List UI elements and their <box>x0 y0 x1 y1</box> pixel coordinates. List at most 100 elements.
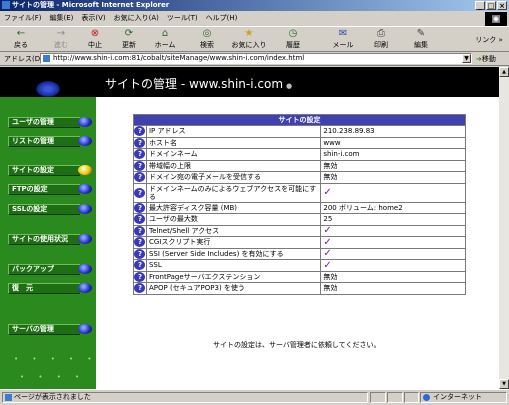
forward-button[interactable]: → 進む <box>44 29 78 50</box>
menu-file[interactable]: ファイル(F) <box>4 13 42 23</box>
table-row: ? APOP (セキュアPOP3) を使う 無効 <box>133 282 466 295</box>
help-icon[interactable]: ? <box>134 271 146 282</box>
close-button[interactable]: × <box>497 1 507 10</box>
status-panel <box>404 392 419 403</box>
mail-icon: ✉ <box>338 28 348 39</box>
sidebar-item-restore[interactable]: 復 元 <box>8 283 92 294</box>
address-input[interactable]: http://www.shin-i.com:81/cobalt/siteMana… <box>40 53 472 64</box>
minimize-button[interactable]: _ <box>475 1 485 10</box>
table-row: ? IP アドレス 210.238.89.83 <box>133 125 466 138</box>
sidebar-item-site-settings[interactable]: サイトの設定 <box>8 165 92 176</box>
back-arrow-icon: ← <box>16 28 26 39</box>
nav-ball-icon <box>78 234 92 244</box>
nav-ball-active-icon <box>78 165 92 175</box>
help-icon[interactable]: ? <box>134 237 146 248</box>
table-row: ? ドメインネームのみによるウェブアクセスを可能にする ✓ <box>133 182 466 203</box>
nav-ball-icon <box>78 324 92 334</box>
check-icon: ✓ <box>323 259 332 271</box>
table-row: ? 帯域幅の上限 無効 <box>133 159 466 172</box>
sidebar-item-ftp[interactable]: FTPの設定 <box>8 184 92 195</box>
decorative-dots: • • • • <box>20 373 86 381</box>
nav-ball-icon <box>78 264 92 274</box>
nav-ball-icon <box>78 204 92 214</box>
print-button[interactable]: ⎙ 印刷 <box>364 29 398 50</box>
sidebar-item-users[interactable]: ユーザの管理 <box>8 117 92 128</box>
nav-ball-icon <box>78 117 92 127</box>
help-icon[interactable]: ? <box>134 172 146 183</box>
print-icon: ⎙ <box>377 28 385 39</box>
sidebar-item-backup[interactable]: バックアップ <box>8 264 92 275</box>
help-icon[interactable]: ? <box>134 160 146 171</box>
mail-button[interactable]: ✉ メール <box>326 29 360 50</box>
sidebar: ユーザの管理 リストの管理 サイトの設定 FTPの設定 SSLの設定 サイトの使… <box>0 97 96 389</box>
help-icon[interactable]: ? <box>134 248 146 259</box>
zone-text: インターネット <box>433 393 482 401</box>
table-row: ? ドメイン宛の電子メールを受信する 無効 <box>133 171 466 184</box>
status-panel <box>370 392 386 403</box>
scroll-down-button[interactable]: ▼ <box>499 379 509 389</box>
search-icon: ◎ <box>202 28 212 39</box>
globe-icon <box>423 394 430 401</box>
table-row: ? SSI (Server Side Includes) を有効にする ✓ <box>133 247 466 260</box>
vertical-scrollbar[interactable]: ▲ ▼ <box>499 67 509 389</box>
scroll-up-button[interactable]: ▲ <box>499 67 509 77</box>
ie-icon <box>2 1 10 9</box>
sidebar-item-lists[interactable]: リストの管理 <box>8 136 92 147</box>
help-icon[interactable]: ? <box>134 225 146 236</box>
help-icon[interactable]: ? <box>134 149 146 160</box>
menu-help[interactable]: ヘルプ(H) <box>206 13 238 23</box>
window-title: サイトの管理 - Microsoft Internet Explorer <box>12 1 170 9</box>
nav-ball-icon <box>78 283 92 293</box>
help-icon[interactable]: ? <box>134 126 146 137</box>
page-icon <box>43 55 50 62</box>
stop-icon: ⊗ <box>90 28 100 39</box>
help-icon[interactable]: ? <box>134 202 146 213</box>
sidebar-item-usage[interactable]: サイトの使用状況 <box>8 234 92 245</box>
sidebar-item-server[interactable]: サーバの管理 <box>8 324 92 335</box>
nav-ball-icon <box>78 184 92 194</box>
table-row: ? 最大許容ディスク容量 (MB) 200 ボリューム: home2 <box>133 201 466 214</box>
table-row: ? CGIスクリプト実行 ✓ <box>133 236 466 249</box>
back-button[interactable]: ← 戻る <box>4 29 38 50</box>
edit-button[interactable]: ✎ 編集 <box>404 29 438 50</box>
site-settings-table: サイトの設定 ? IP アドレス 210.238.89.83 ? ホスト名 www ? ド… <box>133 114 466 295</box>
stop-button[interactable]: ⊗ 中止 <box>78 29 112 50</box>
security-zone: インターネット <box>420 392 507 403</box>
table-header: サイトの設定 <box>133 114 466 126</box>
menu-bar: ファイル(F) 編集(E) 表示(V) お気に入り(A) ツール(T) ヘルプ(… <box>0 11 509 25</box>
address-dropdown-button[interactable]: ▼ <box>462 54 471 63</box>
search-button[interactable]: ◎ 検索 <box>190 29 224 50</box>
sidebar-item-ssl[interactable]: SSLの設定 <box>8 204 92 215</box>
check-icon: ✓ <box>323 187 332 198</box>
page-content: サイトの管理 - www.shin-i.com ● ユーザの管理 リストの管理 サ… <box>0 67 509 389</box>
page-title: サイトの管理 - www.shin-i.com ● <box>105 77 293 91</box>
windows-logo-icon <box>485 12 507 26</box>
check-icon: ✓ <box>323 225 332 237</box>
header-banner: サイトの管理 - www.shin-i.com ● <box>0 67 509 97</box>
maximize-button[interactable]: □ <box>486 1 496 10</box>
links-button[interactable]: リンク » <box>474 35 504 45</box>
favorites-button[interactable]: ★ お気に入り <box>228 29 270 50</box>
status-text: ページが表示されました <box>14 393 91 401</box>
menu-favorites[interactable]: お気に入り(A) <box>114 13 159 23</box>
menu-edit[interactable]: 編集(E) <box>50 13 74 23</box>
nav-ball-icon <box>78 136 92 146</box>
menu-view[interactable]: 表示(V) <box>81 13 105 23</box>
page-done-icon <box>5 394 12 401</box>
menu-tools[interactable]: ツール(T) <box>167 13 198 23</box>
check-icon: ✓ <box>323 236 332 248</box>
help-icon[interactable]: ? <box>134 260 146 271</box>
help-icon[interactable]: ? <box>134 187 146 198</box>
help-icon[interactable]: ? <box>134 137 146 148</box>
help-icon[interactable]: ? <box>134 283 146 294</box>
go-button[interactable]: ➜移動 <box>476 54 496 64</box>
decorative-dots: • • • • • <box>14 355 98 363</box>
table-row: ? Telnet/Shell アクセス ✓ <box>133 224 466 237</box>
refresh-button[interactable]: ⟳ 更新 <box>112 29 146 50</box>
help-icon[interactable]: ? <box>134 214 146 225</box>
history-button[interactable]: ◷ 履歴 <box>276 29 310 50</box>
edit-icon: ✎ <box>416 28 426 39</box>
home-button[interactable]: ⌂ ホーム <box>148 29 182 50</box>
status-bar: ページが表示されました インターネット <box>0 389 509 405</box>
address-url: http://www.shin-i.com:81/cobalt/siteMana… <box>53 54 305 62</box>
